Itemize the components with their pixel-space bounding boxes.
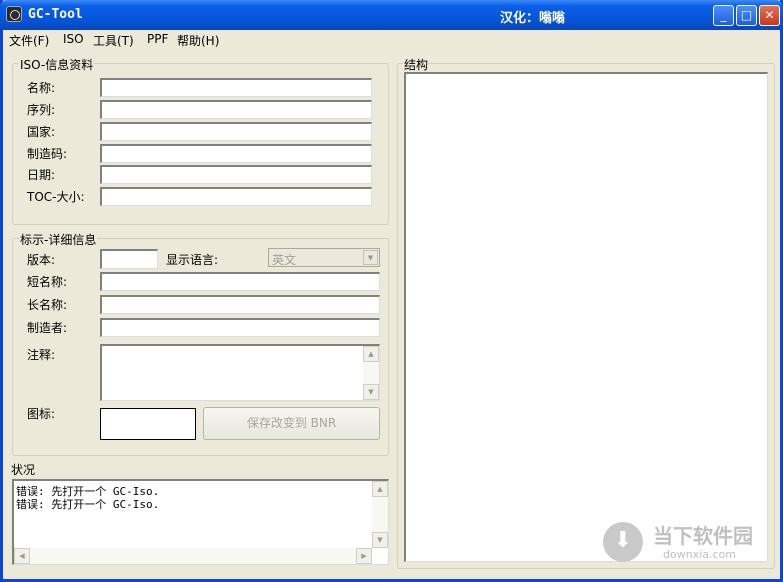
- icon-label: 图标:: [27, 407, 56, 421]
- comment-scrollbar[interactable]: ▲ ▼: [363, 346, 379, 400]
- maker-field[interactable]: [100, 318, 380, 337]
- status-log[interactable]: 错误: 先打开一个 GC-Iso. 错误: 先打开一个 GC-Iso. ▲ ▼ …: [12, 479, 389, 565]
- menu-iso[interactable]: ISO: [63, 32, 84, 46]
- download-arrow-icon: ⬇: [603, 522, 643, 562]
- iso-serial-field[interactable]: [100, 100, 372, 119]
- long-name-label: 长名称:: [27, 298, 68, 312]
- translator-credit: 汉化：嗡嗡: [500, 11, 566, 26]
- language-selected: 英文: [272, 253, 297, 267]
- watermark-brand: 当下软件园: [653, 524, 753, 548]
- iso-date-field[interactable]: [100, 165, 372, 184]
- version-field[interactable]: [100, 249, 158, 269]
- status-vscrollbar[interactable]: ▲ ▼: [372, 481, 388, 548]
- menu-file[interactable]: 文件(F): [9, 32, 49, 49]
- maker-label: 制造者:: [27, 321, 68, 335]
- short-name-label: 短名称:: [27, 275, 68, 289]
- status-label: 状况: [11, 463, 36, 477]
- comment-label: 注释:: [27, 348, 56, 362]
- chevron-down-icon[interactable]: ▼: [363, 250, 378, 265]
- menu-ppf[interactable]: PPF: [147, 32, 168, 46]
- scroll-up-icon[interactable]: ▲: [363, 346, 379, 362]
- scroll-up-icon[interactable]: ▲: [372, 481, 388, 497]
- iso-date-label: 日期:: [27, 168, 56, 182]
- scroll-right-icon[interactable]: ▶: [356, 548, 372, 564]
- iso-maker-code-label: 制造码:: [27, 147, 68, 161]
- iso-toc-size-field[interactable]: [100, 187, 372, 206]
- maximize-button[interactable]: □: [736, 5, 757, 26]
- structure-tree[interactable]: [404, 72, 768, 562]
- scroll-left-icon[interactable]: ◀: [14, 548, 30, 564]
- menu-bar: 文件(F) ISO 工具(T) PPF 帮助(H): [3, 30, 780, 50]
- display-language-label: 显示语言:: [166, 253, 219, 267]
- iso-serial-label: 序列:: [27, 103, 56, 117]
- structure-legend: 结构: [403, 56, 430, 73]
- menu-help[interactable]: 帮助(H): [177, 32, 219, 49]
- app-title: GC-Tool: [28, 7, 83, 22]
- gc-tool-window: GC-Tool 汉化：嗡嗡 _ □ ✕ 文件(F) ISO 工具(T) PPF …: [0, 0, 783, 582]
- close-button[interactable]: ✕: [759, 5, 780, 26]
- watermark-site: downxia.com: [663, 548, 736, 561]
- language-dropdown[interactable]: 英文 ▼: [268, 248, 380, 267]
- banner-info-legend: 标示-详细信息: [19, 231, 98, 248]
- iso-info-legend: ISO-信息资料: [19, 56, 95, 73]
- iso-country-label: 国家:: [27, 125, 56, 139]
- iso-toc-size-label: TOC-大小:: [27, 190, 85, 204]
- status-line: 错误: 先打开一个 GC-Iso.: [16, 498, 160, 511]
- iso-country-field[interactable]: [100, 122, 372, 141]
- save-bnr-button[interactable]: 保存改变到 BNR: [203, 407, 380, 440]
- app-icon[interactable]: [6, 6, 22, 22]
- short-name-field[interactable]: [100, 272, 380, 291]
- iso-name-field[interactable]: [100, 78, 372, 97]
- scroll-down-icon[interactable]: ▼: [363, 384, 379, 400]
- comment-textarea[interactable]: ▲ ▼: [100, 344, 380, 401]
- minimize-button[interactable]: _: [713, 5, 734, 26]
- version-label: 版本:: [27, 253, 56, 267]
- menu-tools[interactable]: 工具(T): [93, 32, 134, 49]
- title-bar[interactable]: GC-Tool 汉化：嗡嗡 _ □ ✕: [0, 0, 783, 30]
- iso-maker-code-field[interactable]: [100, 144, 372, 163]
- long-name-field[interactable]: [100, 295, 380, 314]
- scroll-down-icon[interactable]: ▼: [372, 532, 388, 548]
- iso-name-label: 名称:: [27, 81, 56, 95]
- banner-icon-preview: [100, 408, 196, 440]
- status-hscrollbar[interactable]: ◀ ▶: [14, 548, 372, 564]
